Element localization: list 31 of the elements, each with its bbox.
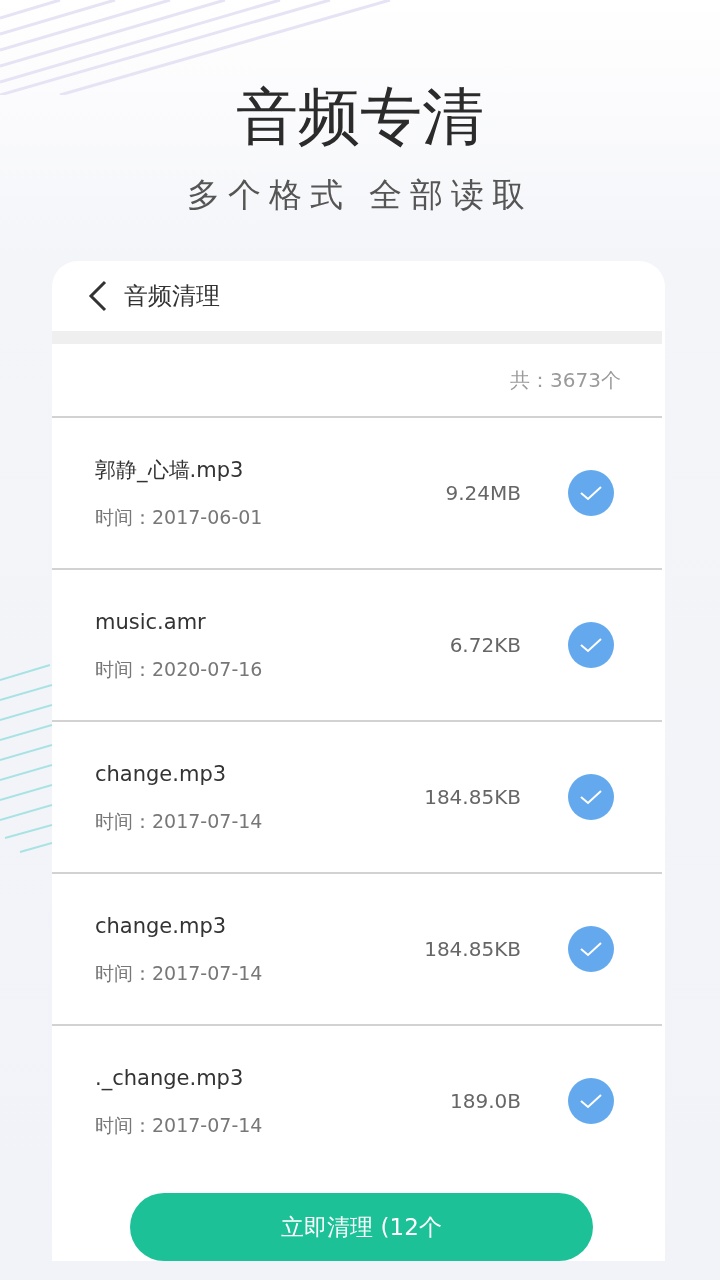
checkbox[interactable] [568,1078,614,1124]
file-time: 时间：2017-07-14 [95,961,263,984]
file-size: 189.0B [450,1089,521,1113]
checkbox[interactable] [568,926,614,972]
check-icon [579,788,603,806]
file-name: music.amr [95,610,206,634]
file-name: change.mp3 [95,762,227,786]
file-size: 184.85KB [424,785,521,809]
file-time: 时间：2020-07-16 [95,657,263,680]
headline-subtitle: 多个格式 全部读取 [186,178,534,211]
file-name: 郭静_心墙.mp3 [95,458,244,482]
check-icon [579,940,603,958]
file-name: change.mp3 [95,914,227,938]
checkbox[interactable] [568,470,614,516]
headline-title: 音频专清 [236,86,484,148]
file-time: 时间：2017-06-01 [95,505,263,528]
file-size: 184.85KB [424,937,521,961]
checkbox[interactable] [568,622,614,668]
screen-title: 音频清理 [124,281,220,312]
checkbox[interactable] [568,774,614,820]
clean-button[interactable]: 立即清理 (12个 [130,1193,593,1261]
check-icon [579,1092,603,1110]
check-icon [579,636,603,654]
file-time: 时间：2017-07-14 [95,1113,263,1136]
file-time: 时间：2017-07-14 [95,809,263,832]
total-count: 共：3673个 [510,367,621,394]
file-size: 6.72KB [449,633,521,657]
file-name: ._change.mp3 [95,1066,244,1090]
back-icon[interactable] [88,280,108,312]
check-icon [579,484,603,502]
file-size: 9.24MB [445,481,521,505]
